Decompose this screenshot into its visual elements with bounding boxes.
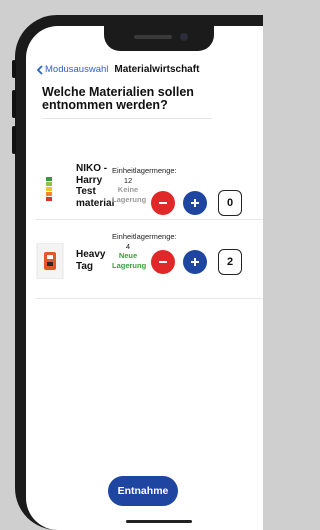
back-button[interactable]: Modusauswahl — [36, 64, 108, 75]
chevron-left-icon — [36, 64, 43, 75]
unit-label: Einheitlagermenge: — [112, 232, 177, 241]
item-name: NIKO - Harry Test material — [76, 163, 115, 209]
quantity-field[interactable]: 2 — [218, 249, 242, 275]
tag-device-icon — [36, 242, 64, 284]
mute-switch — [12, 60, 16, 78]
entnahme-button[interactable]: Entnahme — [108, 476, 178, 506]
plus-icon — [191, 258, 199, 266]
screen: Modusauswahl Materialwirtschaft Welche M… — [26, 26, 263, 530]
row-divider — [36, 219, 263, 220]
back-label: Modusauswahl — [45, 64, 109, 75]
status-label: Neue Lagerung — [112, 251, 147, 270]
speaker-icon — [134, 35, 172, 39]
notch — [104, 26, 214, 51]
home-indicator[interactable] — [126, 520, 192, 523]
page-title: Materialwirtschaft — [114, 64, 200, 75]
volume-up-button — [12, 90, 16, 118]
increase-button[interactable] — [183, 191, 207, 215]
minus-icon — [159, 261, 167, 263]
status-label: Keine Lagerung — [112, 185, 147, 204]
item-stock-info: Einheitlagermenge: 4 Neue Lagerung — [112, 232, 177, 270]
decrease-button[interactable] — [151, 191, 175, 215]
question-heading: Welche Materialien sollen entnommen werd… — [42, 85, 194, 112]
navigation-bar: Modusauswahl Materialwirtschaft — [36, 64, 199, 75]
heading-divider — [42, 118, 212, 119]
volume-down-button — [12, 126, 16, 154]
unit-value: 4 — [125, 241, 131, 251]
unit-label: Einheitlagermenge: — [112, 166, 177, 175]
item-name: Heavy Tag — [76, 249, 106, 272]
item-stock-info: Einheitlagermenge: 12 Keine Lagerung — [112, 166, 177, 204]
decrease-button[interactable] — [151, 250, 175, 274]
unit-value: 12 — [123, 175, 133, 185]
minus-icon — [159, 202, 167, 204]
camera-icon — [180, 33, 188, 41]
battery-level-indicator-icon — [36, 175, 64, 210]
row-divider — [36, 298, 263, 299]
quantity-field[interactable]: 0 — [218, 190, 242, 216]
increase-button[interactable] — [183, 250, 207, 274]
plus-icon — [191, 199, 199, 207]
list-item: Heavy Tag Einheitlagermenge: 4 Neue Lage… — [36, 223, 263, 301]
